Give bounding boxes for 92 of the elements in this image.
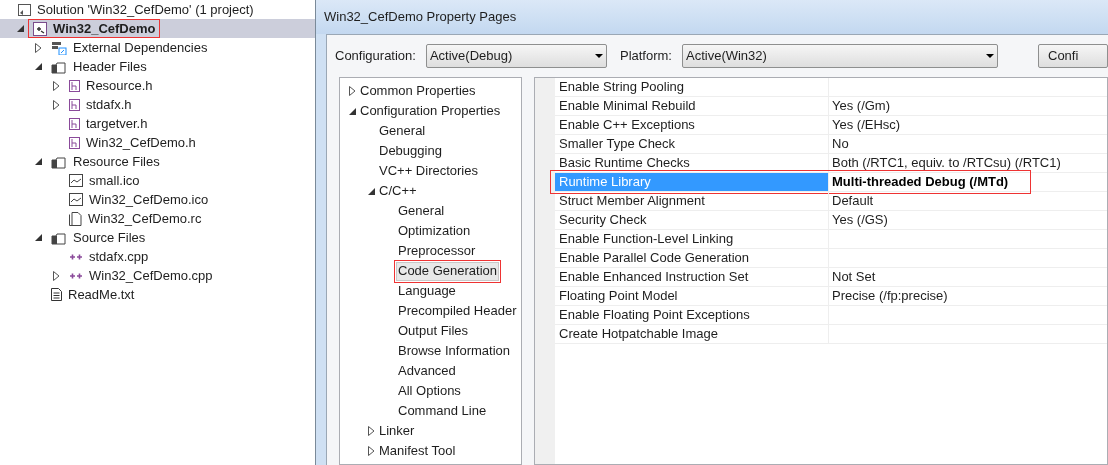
property-name[interactable]: Enable Floating Point Exceptions bbox=[555, 306, 829, 324]
image-file-icon bbox=[69, 193, 83, 206]
property-name[interactable]: Smaller Type Check bbox=[555, 135, 829, 153]
nav-item[interactable]: Output Files bbox=[396, 321, 471, 341]
nav-item[interactable]: Browse Information bbox=[396, 341, 512, 361]
tree-item[interactable]: targetver.h bbox=[64, 114, 153, 133]
tree-item[interactable]: External Dependencies bbox=[46, 38, 213, 57]
expanded-arrow-icon[interactable] bbox=[367, 187, 375, 195]
tree-item[interactable]: Win32_CefDemo.cpp bbox=[64, 266, 218, 285]
expanded-arrow-icon[interactable] bbox=[348, 107, 356, 115]
tree-item[interactable]: small.ico bbox=[64, 171, 145, 190]
collapsed-arrow-icon[interactable] bbox=[52, 270, 60, 281]
tree-item[interactable]: Resource Files bbox=[46, 152, 165, 171]
tree-item[interactable]: Win32_CefDemo.ico bbox=[64, 190, 214, 209]
dialog-title: Win32_CefDemo Property Pages bbox=[324, 8, 517, 27]
folder-icon bbox=[51, 230, 67, 245]
expanded-arrow-icon[interactable] bbox=[34, 158, 42, 165]
nav-item[interactable]: Language bbox=[396, 281, 458, 301]
dropdown-arrow-icon bbox=[986, 54, 994, 58]
property-name[interactable]: Basic Runtime Checks bbox=[555, 154, 829, 172]
property-value: Yes (/GS) bbox=[831, 211, 888, 230]
folder-icon bbox=[51, 154, 67, 169]
property-value: No bbox=[831, 135, 849, 154]
text-file-icon bbox=[51, 288, 62, 301]
property-name[interactable]: Struct Member Alignment bbox=[555, 192, 829, 210]
nav-item[interactable]: Common Properties bbox=[358, 81, 478, 101]
solution-icon bbox=[18, 3, 31, 16]
collapsed-arrow-icon[interactable] bbox=[52, 99, 60, 110]
property-name[interactable]: Enable String Pooling bbox=[555, 78, 829, 96]
header-file-icon bbox=[69, 136, 80, 149]
collapsed-arrow-icon[interactable] bbox=[367, 426, 375, 436]
collapsed-arrow-icon[interactable] bbox=[367, 446, 375, 456]
expanded-arrow-icon[interactable] bbox=[16, 25, 24, 32]
nav-item[interactable]: Command Line bbox=[396, 401, 489, 421]
nav-item[interactable]: VC++ Directories bbox=[377, 161, 480, 181]
expanded-arrow-icon[interactable] bbox=[34, 63, 42, 70]
nav-item[interactable]: General bbox=[396, 201, 447, 221]
project-icon bbox=[33, 21, 47, 36]
platform-label: Platform: bbox=[619, 47, 672, 66]
expanded-arrow-icon[interactable] bbox=[34, 234, 42, 241]
nav-item[interactable]: Advanced bbox=[396, 361, 458, 381]
nav-item[interactable]: Configuration Properties bbox=[358, 101, 503, 121]
tree-item[interactable]: stdafx.cpp bbox=[64, 247, 154, 266]
collapsed-arrow-icon[interactable] bbox=[34, 42, 42, 53]
property-name[interactable]: Enable C++ Exceptions bbox=[555, 116, 829, 134]
configuration-label: Configuration: bbox=[335, 47, 416, 66]
references-icon bbox=[51, 40, 67, 55]
header-file-icon bbox=[69, 79, 80, 92]
tree-item[interactable]: Win32_CefDemo bbox=[28, 19, 161, 38]
property-name[interactable]: Security Check bbox=[555, 211, 829, 229]
nav-item[interactable]: General bbox=[377, 121, 428, 141]
tree-item[interactable]: ReadMe.txt bbox=[46, 285, 140, 304]
property-value: Multi-threaded Debug (/MTd) bbox=[831, 173, 1009, 192]
nav-item[interactable]: Optimization bbox=[396, 221, 473, 241]
configuration-dropdown[interactable]: Active(Debug) bbox=[425, 44, 607, 68]
nav-item[interactable]: Preprocessor bbox=[396, 241, 478, 261]
tree-item[interactable]: Source Files bbox=[46, 228, 151, 247]
tree-item[interactable]: Win32_CefDemo.rc bbox=[64, 209, 207, 228]
tree-item[interactable]: stdafx.h bbox=[64, 95, 137, 114]
property-name[interactable]: Enable Parallel Code Generation bbox=[555, 249, 829, 267]
configuration-manager-button[interactable]: Confi bbox=[1038, 44, 1108, 68]
tree-item[interactable]: Win32_CefDemo.h bbox=[64, 133, 201, 152]
header-file-icon bbox=[69, 98, 80, 111]
property-value: Both (/RTC1, equiv. to /RTCsu) (/RTC1) bbox=[831, 154, 1061, 173]
nav-item[interactable]: Code Generation bbox=[396, 261, 499, 281]
image-file-icon bbox=[69, 174, 83, 187]
property-value: Default bbox=[831, 192, 874, 211]
platform-dropdown[interactable]: Active(Win32) bbox=[682, 44, 998, 68]
property-name[interactable]: Floating Point Model bbox=[555, 287, 829, 305]
tree-item[interactable]: Resource.h bbox=[64, 76, 158, 95]
folder-icon bbox=[51, 59, 67, 74]
document-icon bbox=[69, 211, 82, 226]
nav-item[interactable]: Precompiled Header bbox=[396, 301, 519, 321]
collapsed-arrow-icon[interactable] bbox=[52, 80, 60, 91]
property-name[interactable]: Enable Function-Level Linking bbox=[555, 230, 829, 248]
collapsed-arrow-icon[interactable] bbox=[348, 86, 356, 96]
property-value: Precise (/fp:precise) bbox=[831, 287, 948, 306]
solution-label: Solution 'Win32_CefDemo' (1 project) bbox=[37, 0, 254, 19]
nav-item[interactable]: All Options bbox=[396, 381, 463, 401]
dropdown-arrow-icon bbox=[594, 54, 603, 58]
nav-item[interactable]: Debugging bbox=[377, 141, 444, 161]
nav-item[interactable]: Linker bbox=[377, 421, 417, 441]
property-name[interactable]: Enable Enhanced Instruction Set bbox=[555, 268, 829, 286]
property-value: Not Set bbox=[831, 268, 876, 287]
tree-item[interactable]: Header Files bbox=[46, 57, 152, 76]
property-name[interactable]: Create Hotpatchable Image bbox=[555, 325, 829, 343]
property-value: Yes (/EHsc) bbox=[831, 116, 901, 135]
header-file-icon bbox=[69, 117, 80, 130]
nav-item[interactable]: Manifest Tool bbox=[377, 441, 458, 461]
property-name[interactable]: Enable Minimal Rebuild bbox=[555, 97, 829, 115]
property-value: Yes (/Gm) bbox=[831, 97, 891, 116]
nav-item[interactable]: C/C++ bbox=[377, 181, 419, 201]
